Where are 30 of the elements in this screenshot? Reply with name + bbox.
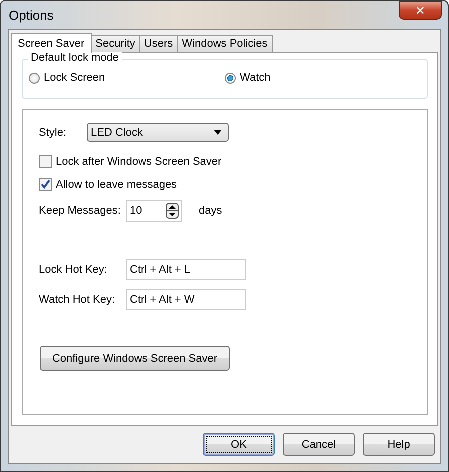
checkbox-icon[interactable] <box>39 178 52 191</box>
close-button[interactable]: ✕ <box>399 1 442 20</box>
dialog-button[interactable]: Cancel <box>283 433 355 456</box>
group-legend: Default lock mode <box>28 52 122 64</box>
radio-icon[interactable] <box>29 72 40 84</box>
hot-key-label: Watch Hot Key: <box>39 294 116 306</box>
tab[interactable]: Screen Saver <box>11 33 92 53</box>
hot-key-label: Lock Hot Key: <box>39 264 108 276</box>
checkbox-option[interactable]: Lock after Windows Screen Saver <box>39 155 411 168</box>
dialog-button[interactable]: OK <box>203 433 275 456</box>
window-title: Options <box>8 8 54 22</box>
radio-icon[interactable] <box>225 72 236 84</box>
keep-messages-label: Keep Messages: <box>39 205 122 217</box>
checkbox-option[interactable]: Allow to leave messages <box>39 178 411 191</box>
style-dropdown[interactable]: LED Clock <box>87 123 229 142</box>
caret-icon <box>214 130 222 135</box>
hot-key-field[interactable]: Ctrl + Alt + L <box>126 259 246 280</box>
radio-option[interactable]: Watch <box>225 72 421 84</box>
checkbox-icon[interactable] <box>39 155 52 168</box>
tab[interactable]: Security <box>90 35 140 52</box>
radio-option[interactable]: Lock Screen <box>29 72 225 84</box>
days-label: days <box>199 205 222 217</box>
days-spin-field[interactable]: 10 <box>126 200 182 222</box>
hot-key-field[interactable]: Ctrl + Alt + W <box>126 289 246 310</box>
dialog-button[interactable]: Help <box>363 433 435 456</box>
tab[interactable]: Users <box>139 35 178 52</box>
spin-arrows-icon[interactable] <box>166 203 179 219</box>
style-label: Style: <box>39 126 68 138</box>
configure-button[interactable]: Configure Windows Screen Saver <box>40 346 230 371</box>
tab[interactable]: Windows Policies <box>177 35 273 52</box>
